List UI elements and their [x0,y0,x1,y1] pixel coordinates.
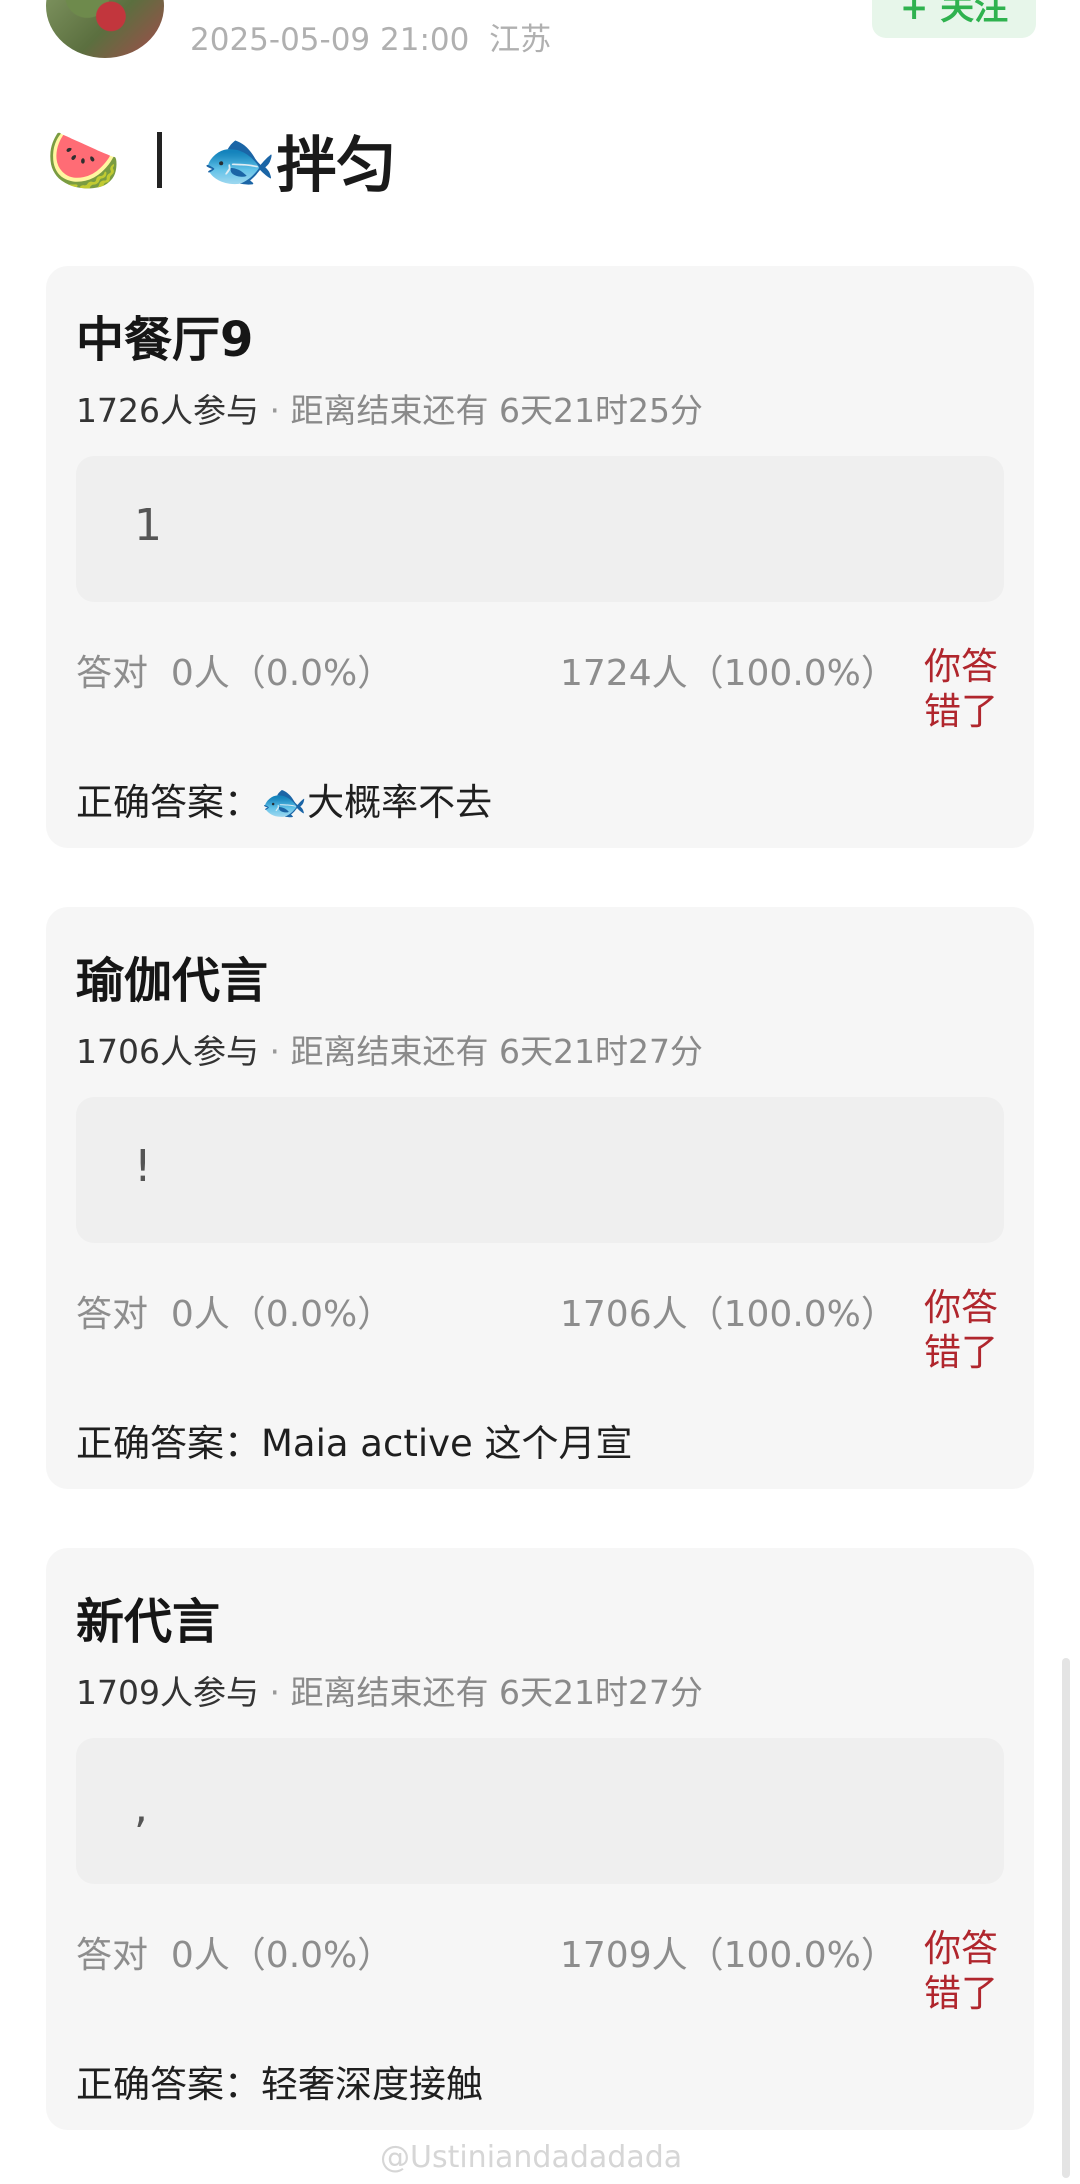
post-title: 🍉 🐟 拌匀 [46,120,396,201]
correct-count: 答对 0人（0.0%） [76,653,394,694]
wrong-count: 1724人（100.0%） [560,653,897,694]
poll-participants: 1709人参与 [76,1673,259,1712]
poll-card: 新代言 1709人参与 · 距离结束还有 6天21时27分 , 答对 0人（0.… [46,1548,1034,2130]
poll-title: 瑜伽代言 [76,953,269,1009]
correct-answer-value: 🐟大概率不去 [261,781,493,824]
correct-answer-value: 轻奢深度接触 [261,2063,483,2106]
wrong-count: 1709人（100.0%） [560,1935,897,1976]
wrong-answer-tag: 你答错了 [924,645,998,733]
correct-answer-label: 正确答案： [76,781,261,824]
post-title-text: 拌匀 [276,130,397,201]
poll-stats: 1726人参与 · 距离结束还有 6天21时25分 [76,391,703,430]
correct-count: 答对 0人（0.0%） [76,1294,394,1335]
watermelon-emoji: 🍉 [46,125,121,196]
avatar[interactable] [46,0,164,58]
poll-participants: 1706人参与 [76,1032,259,1071]
poll-participants: 1726人参与 [76,391,259,430]
poll-option[interactable]: ! [76,1097,1004,1243]
poll-option-text: , [134,1782,148,1833]
poll-card: 瑜伽代言 1706人参与 · 距离结束还有 6天21时27分 ! 答对 0人（0… [46,907,1034,1489]
wrong-answer-tag: 你答错了 [924,1286,998,1374]
wrong-count: 1706人（100.0%） [560,1294,897,1335]
poll-title: 新代言 [76,1594,221,1650]
correct-answer-value: Maia active 这个月宣 [261,1422,633,1465]
follow-button[interactable]: + 关注 [872,0,1036,38]
poll-option-text: ! [134,1141,152,1192]
correct-answer: 正确答案：Maia active 这个月宣 [76,1413,633,1467]
poll-stats: 1709人参与 · 距离结束还有 6天21时27分 [76,1673,703,1712]
poll-countdown: 距离结束还有 6天21时27分 [290,1673,703,1712]
title-separator [156,132,162,188]
poll-stats: 1706人参与 · 距离结束还有 6天21时27分 [76,1032,703,1071]
post-timestamp: 2025-05-09 21:00 [190,22,470,58]
post-location: 江苏 [489,22,552,58]
poll-option[interactable]: , [76,1738,1004,1884]
correct-answer-label: 正确答案： [76,2063,261,2106]
fish-emoji: 🐟 [201,125,277,196]
poll-title: 中餐厅9 [76,312,254,368]
correct-answer-label: 正确答案： [76,1422,261,1465]
wrong-answer-tag: 你答错了 [924,1927,998,2015]
poll-countdown: 距离结束还有 6天21时27分 [290,1032,703,1071]
poll-option-text: 1 [134,500,162,551]
post-header: 2025-05-09 21:00 江苏 + 关注 [0,0,1080,90]
correct-answer: 正确答案：轻奢深度接触 [76,2054,483,2108]
correct-answer: 正确答案：🐟大概率不去 [76,772,492,826]
correct-count: 答对 0人（0.0%） [76,1935,394,1976]
post-meta: 2025-05-09 21:00 江苏 [190,14,551,59]
poll-option[interactable]: 1 [76,456,1004,602]
watermark: @Ustiniandadadada [380,2140,683,2175]
poll-card: 中餐厅9 1726人参与 · 距离结束还有 6天21时25分 1 答对 0人（0… [46,266,1034,848]
scrollbar[interactable] [1062,1658,1070,2178]
poll-countdown: 距离结束还有 6天21时25分 [290,391,703,430]
